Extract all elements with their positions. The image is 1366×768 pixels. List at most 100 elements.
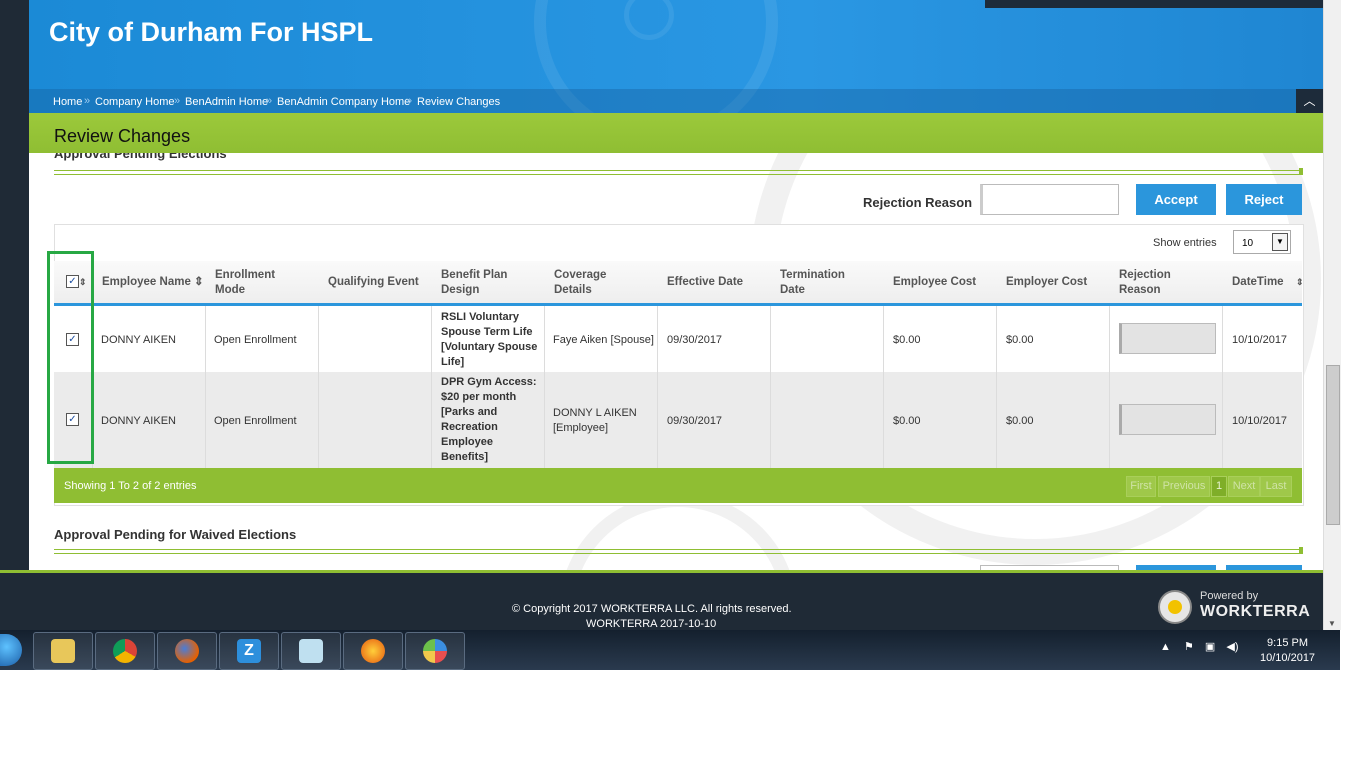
show-entries-label: Show entries	[1153, 237, 1217, 249]
copyright-text: © Copyright 2017 WORKTERRA LLC. All righ…	[512, 603, 792, 615]
effective-date: 09/30/2017	[667, 415, 723, 427]
scrollbar-thumb[interactable]	[1326, 365, 1340, 525]
sort-icon[interactable]: ⇕	[1296, 275, 1304, 290]
page-title: Review Changes	[54, 126, 191, 146]
version-text: WORKTERRA 2017-10-10	[586, 618, 717, 630]
chevron-down-icon: ▼	[1272, 233, 1288, 251]
column-header-coverage-details[interactable]: Coverage Details	[554, 268, 624, 298]
powered-by-label: Powered by	[1200, 590, 1259, 602]
column-header-datetime[interactable]: DateTime	[1232, 275, 1284, 290]
page-footer: © Copyright 2017 WORKTERRA LLC. All righ…	[0, 570, 1323, 633]
paint-icon	[423, 639, 447, 663]
table-header: ✓ ⇕ Employee Name ⇕ Enrollment Mode Qual…	[54, 261, 1304, 306]
employee-cost: $0.00	[893, 334, 921, 346]
column-header-qualifying-event[interactable]: Qualifying Event	[328, 275, 419, 290]
employee-cost: $0.00	[893, 415, 921, 427]
app-header: City of Durham For HSPL Home » Company H…	[29, 0, 1323, 113]
z-app-icon: Z	[237, 639, 261, 663]
column-header-employee-cost[interactable]: Employee Cost	[893, 275, 976, 290]
rejection-reason-label: Rejection Reason	[863, 195, 973, 210]
breadcrumb-review-changes: Review Changes	[417, 96, 501, 108]
network-icon[interactable]: ▣	[1205, 641, 1215, 653]
header-topbar	[985, 0, 1323, 8]
breadcrumb-separator: »	[266, 95, 273, 107]
enrollment-mode: Open Enrollment	[214, 415, 297, 427]
taskbar-paint[interactable]	[405, 632, 465, 670]
windows-taskbar: Z ▲ ⚑ ▣ ◀) 9:15 PM 10/10/2017	[0, 630, 1340, 670]
employer-cost: $0.00	[1006, 334, 1034, 346]
scroll-down-arrow-icon[interactable]: ▼	[1328, 619, 1336, 628]
vertical-scrollbar[interactable]: ▼	[1323, 0, 1341, 630]
firefox-icon	[175, 639, 199, 663]
pagination-previous[interactable]: Previous	[1158, 476, 1210, 497]
table-row: ✓ DONNY AIKEN Open Enrollment RSLI Volun…	[54, 306, 1302, 372]
column-header-enrollment-mode[interactable]: Enrollment Mode	[215, 268, 295, 298]
employer-cost: $0.00	[1006, 415, 1034, 427]
checkbox-column-highlight	[47, 251, 94, 464]
taskbar-file-explorer[interactable]	[33, 632, 93, 670]
employee-name: DONNY AIKEN	[101, 334, 176, 346]
start-button[interactable]	[0, 634, 22, 666]
row-rejection-reason-input[interactable]	[1119, 404, 1216, 435]
table-row: ✓ DONNY AIKEN Open Enrollment DPR Gym Ac…	[54, 372, 1302, 468]
row-rejection-reason-input[interactable]	[1119, 323, 1216, 354]
breadcrumb-benadmin-company-home[interactable]: BenAdmin Company Home	[277, 96, 410, 108]
notepad-icon	[299, 639, 323, 663]
datetime: 10/10/2017	[1232, 334, 1288, 346]
flag-icon[interactable]: ⚑	[1184, 641, 1194, 653]
table-info: Showing 1 To 2 of 2 entries	[64, 480, 197, 492]
left-margin	[0, 0, 29, 630]
column-header-employee-name[interactable]: Employee Name ⇕	[102, 275, 204, 290]
reject-button[interactable]: Reject	[1226, 184, 1302, 215]
section-divider	[54, 168, 1303, 175]
taskbar-clock[interactable]: 9:15 PM 10/10/2017	[1260, 636, 1315, 666]
column-header-employer-cost[interactable]: Employer Cost	[1006, 275, 1087, 290]
pagination-last[interactable]: Last	[1260, 476, 1292, 497]
rejection-reason-input[interactable]	[980, 184, 1119, 215]
taskbar-chrome[interactable]	[95, 632, 155, 670]
volume-icon[interactable]: ◀)	[1226, 641, 1238, 653]
breadcrumb-company-home[interactable]: Company Home	[95, 96, 174, 108]
scroll-top-button[interactable]: ︿	[1296, 89, 1323, 113]
flame-app-icon	[361, 639, 385, 663]
powered-by-logo: Powered by WORKTERRA	[1158, 587, 1318, 625]
chevron-up-icon: ︿	[1303, 94, 1316, 108]
breadcrumb: Home » Company Home » BenAdmin Home » Be…	[29, 89, 1323, 113]
datetime: 10/10/2017	[1232, 415, 1288, 427]
effective-date: 09/30/2017	[667, 334, 723, 346]
coverage-details: Faye Aiken [Spouse]	[553, 334, 654, 346]
workterra-logo-icon	[1158, 590, 1192, 624]
taskbar-flame-app[interactable]	[343, 632, 403, 670]
pagination-next[interactable]: Next	[1228, 476, 1260, 497]
clock-date: 10/10/2017	[1260, 652, 1316, 664]
tray-expand-icon[interactable]: ▲	[1160, 641, 1171, 653]
system-tray[interactable]: ▲ ⚑ ▣ ◀)	[1160, 640, 1238, 653]
taskbar-z-app[interactable]: Z	[219, 632, 279, 670]
file-explorer-icon	[51, 639, 75, 663]
breadcrumb-separator: »	[174, 95, 181, 107]
column-header-effective-date[interactable]: Effective Date	[667, 275, 743, 290]
page-title-bar: Review Changes	[29, 113, 1323, 153]
brand-name: WORKTERRA	[1200, 603, 1311, 620]
breadcrumb-separator: »	[84, 95, 91, 107]
breadcrumb-separator: »	[406, 95, 413, 107]
pagination-current[interactable]: 1	[1211, 476, 1227, 497]
breadcrumb-home[interactable]: Home	[53, 96, 82, 108]
column-header-termination-date[interactable]: Termination Date	[780, 268, 855, 298]
table-footer: Showing 1 To 2 of 2 entries First Previo…	[54, 468, 1302, 503]
benefit-plan-design: RSLI Voluntary Spouse Term Life [Volunta…	[441, 311, 538, 368]
section-title-waived-elections: Approval Pending for Waived Elections	[54, 527, 297, 542]
show-entries-select[interactable]: 10 ▼	[1233, 230, 1291, 254]
column-header-benefit-plan-design[interactable]: Benefit Plan Design	[441, 268, 516, 298]
employee-name: DONNY AIKEN	[101, 415, 176, 427]
show-entries-value: 10	[1242, 238, 1254, 249]
taskbar-firefox[interactable]	[157, 632, 217, 670]
breadcrumb-benadmin-home[interactable]: BenAdmin Home	[185, 96, 268, 108]
column-header-rejection-reason[interactable]: Rejection Reason	[1119, 268, 1189, 298]
taskbar-notepad[interactable]	[281, 632, 341, 670]
accept-button[interactable]: Accept	[1136, 184, 1216, 215]
coverage-details: DONNY L AIKEN [Employee]	[553, 407, 637, 434]
clock-time: 9:15 PM	[1267, 637, 1309, 649]
pagination-first[interactable]: First	[1126, 476, 1156, 497]
main-content: Approval Pending Elections Rejection Rea…	[29, 153, 1323, 570]
